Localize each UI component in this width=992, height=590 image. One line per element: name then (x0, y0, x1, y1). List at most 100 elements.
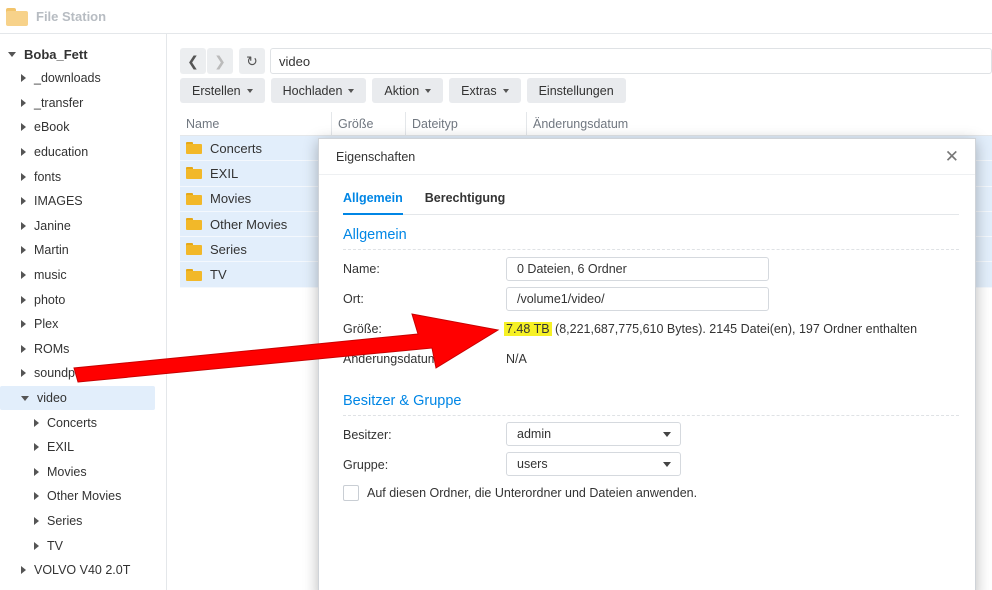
caret-down-icon[interactable] (8, 51, 16, 57)
section-owner: Besitzer & Gruppe (343, 393, 959, 416)
tree-item[interactable]: Martin (0, 238, 166, 263)
location-field[interactable]: /volume1/video/ (506, 287, 769, 311)
owner-label: Besitzer: (343, 428, 392, 442)
refresh-button[interactable]: ↻ (239, 48, 265, 74)
tree-item-label: eBook (34, 120, 70, 135)
tree-item[interactable]: _downloads (0, 66, 166, 91)
caret-right-icon[interactable] (21, 369, 26, 378)
chevron-down-icon (663, 462, 671, 467)
tree-item[interactable]: music (0, 263, 166, 288)
caret-right-icon[interactable] (21, 74, 26, 83)
tree-item-label: EXIL (47, 440, 75, 455)
caret-right-icon[interactable] (21, 320, 26, 329)
caret-right-icon[interactable] (34, 516, 39, 525)
create-button[interactable]: Erstellen (180, 78, 265, 103)
file-name: Other Movies (210, 216, 288, 232)
tree-item[interactable]: photo (0, 287, 166, 312)
path-input[interactable]: video (270, 48, 992, 74)
folder-tree: _downloads _transfer eBook education fonts IM… (0, 66, 166, 582)
tree-item-label: VOLVO V40 2.0T (34, 563, 131, 578)
tree-item-label: TV (47, 538, 63, 553)
tree-item[interactable]: education (0, 140, 166, 165)
caret-right-icon[interactable] (21, 271, 26, 280)
caret-right-icon[interactable] (21, 566, 26, 575)
apply-checkbox[interactable] (343, 485, 359, 501)
caret-right-icon[interactable] (21, 98, 26, 107)
folder-icon (186, 218, 202, 231)
tree-root[interactable]: Boba_Fett (0, 42, 166, 66)
settings-button[interactable]: Einstellungen (526, 78, 626, 103)
action-button[interactable]: Aktion (372, 78, 444, 103)
sidebar: Boba_Fett _downloads _transfer eBook educat… (0, 34, 167, 590)
tree-item[interactable]: video (0, 385, 155, 411)
path-value: video (279, 53, 311, 69)
caret-right-icon[interactable] (21, 197, 26, 206)
tree-root-label: Boba_Fett (24, 46, 88, 62)
file-name: TV (210, 267, 227, 283)
chevron-down-icon (663, 432, 671, 437)
caret-right-icon[interactable] (21, 148, 26, 157)
apply-label: Auf diesen Ordner, die Unterordner und D… (367, 486, 698, 500)
tree-item[interactable]: Series (0, 509, 166, 534)
caret-right-icon[interactable] (34, 443, 39, 452)
tree-item[interactable]: ROMs (0, 337, 166, 362)
tree-item[interactable]: soundpool (0, 361, 166, 386)
tree-item[interactable]: Janine (0, 214, 166, 239)
close-icon[interactable]: ✕ (945, 147, 959, 167)
action-toolbar: Erstellen Hochladen Aktion Extras Einste… (180, 78, 626, 103)
dialog-tabs: Allgemein Berechtigung (343, 187, 959, 215)
tree-item-label: fonts (34, 169, 62, 184)
tab-permission[interactable]: Berechtigung (425, 187, 506, 215)
tree-item[interactable]: Plex (0, 312, 166, 337)
extras-button[interactable]: Extras (449, 78, 521, 103)
tree-item[interactable]: _transfer (0, 91, 166, 116)
tree-item-label: Janine (34, 218, 71, 233)
caret-right-icon[interactable] (21, 221, 26, 230)
caret-down-icon[interactable] (21, 395, 29, 401)
caret-right-icon[interactable] (34, 492, 39, 501)
owner-select[interactable]: admin (506, 422, 681, 446)
section-general: Allgemein (343, 227, 959, 250)
modified-label: Änderungsdatum: (343, 352, 442, 366)
tree-item[interactable]: eBook (0, 115, 166, 140)
tree-item[interactable]: TV (0, 533, 166, 558)
size-value: 7.48 TB (8,221,687,775,610 Bytes). 2145 … (504, 322, 917, 336)
column-modified[interactable]: Änderungsdatum (527, 112, 727, 136)
tree-item[interactable]: fonts (0, 164, 166, 189)
folder-icon (186, 192, 202, 205)
caret-right-icon[interactable] (21, 246, 26, 255)
caret-right-icon[interactable] (21, 123, 26, 132)
file-name: Series (210, 241, 247, 257)
nav-bar: ❮ ❯ ↻ (180, 48, 265, 74)
column-size[interactable]: Größe (332, 111, 406, 136)
dialog-title: Eigenschaften (336, 149, 416, 164)
group-select[interactable]: users (506, 452, 681, 476)
tab-general[interactable]: Allgemein (343, 187, 403, 215)
caret-right-icon[interactable] (34, 467, 39, 476)
app-title: File Station (36, 9, 107, 24)
forward-button[interactable]: ❯ (207, 48, 233, 74)
chevron-down-icon (502, 88, 509, 93)
column-name[interactable]: Name (180, 111, 332, 136)
caret-right-icon[interactable] (21, 295, 26, 304)
tree-item[interactable]: Other Movies (0, 484, 166, 509)
caret-right-icon[interactable] (34, 418, 39, 427)
column-type[interactable]: Dateityp (406, 111, 527, 136)
caret-right-icon[interactable] (21, 172, 26, 181)
folder-icon (186, 142, 202, 155)
back-button[interactable]: ❮ (180, 48, 206, 74)
caret-right-icon[interactable] (21, 344, 26, 353)
modified-value: N/A (506, 352, 527, 366)
name-field[interactable]: 0 Dateien, 6 Ordner (506, 257, 769, 281)
apply-option[interactable]: Auf diesen Ordner, die Unterordner und D… (343, 485, 697, 501)
tree-item[interactable]: IMAGES (0, 189, 166, 214)
tree-item[interactable]: EXIL (0, 435, 166, 460)
tree-item[interactable]: Movies (0, 460, 166, 485)
upload-button[interactable]: Hochladen (270, 78, 367, 103)
column-header: Name Größe Dateityp Änderungsdatum (180, 111, 992, 136)
tree-item[interactable]: VOLVO V40 2.0T (0, 558, 166, 583)
folder-icon (186, 268, 202, 281)
tree-item[interactable]: Concerts (0, 410, 166, 435)
tree-item-label: Plex (34, 317, 59, 332)
caret-right-icon[interactable] (34, 541, 39, 550)
